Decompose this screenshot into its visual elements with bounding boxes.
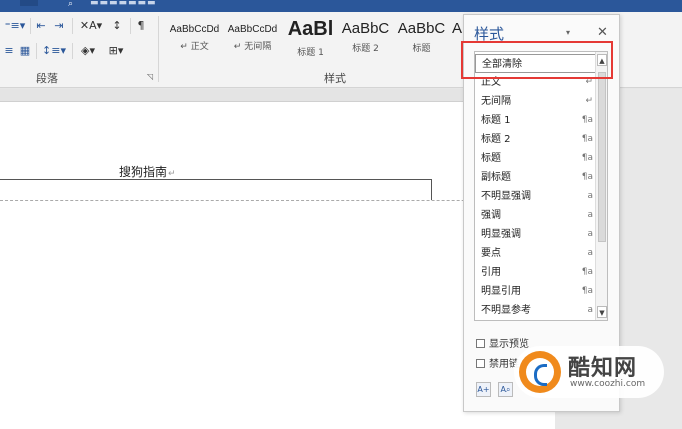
linked-style-icon: ¶a	[581, 286, 593, 296]
gallery-style-normal[interactable]: AaBbCcDd ↵ 正文	[166, 16, 223, 64]
list-item[interactable]: 引用 ¶a	[475, 263, 597, 282]
style-item-label: 明显强调	[481, 229, 521, 240]
paragraph-dialog-launcher-icon[interactable]: ◹	[147, 72, 153, 81]
list-item[interactable]: 无间隔 ↵	[475, 92, 597, 111]
decrease-indent-icon[interactable]: ⇤	[34, 18, 48, 34]
title-bar-tab	[20, 0, 38, 6]
tell-me-hint: ▬▬▬▬▬▬▬	[90, 0, 157, 8]
styles-list: 全部清除 正文 ↵ 无间隔 ↵ 标题 1 ¶a 标题 2 ¶a 标题 ¶a 副标…	[474, 51, 608, 321]
document-text-content: 搜狗指南	[119, 165, 168, 180]
linked-style-icon: ¶a	[581, 153, 593, 163]
paragraph-mark: ↵	[168, 169, 176, 179]
new-style-button[interactable]: A+	[476, 382, 491, 397]
list-item[interactable]: 要点 a	[475, 244, 597, 263]
document-text[interactable]: 搜狗指南↵	[119, 163, 176, 180]
gallery-style-no-spacing[interactable]: AaBbCcDd ↵ 无间隔	[224, 16, 281, 64]
gallery-sample: AaBbC	[397, 20, 446, 37]
list-item[interactable]: 标题 1 ¶a	[475, 111, 597, 130]
gallery-sample: AaBbCcDd	[169, 24, 220, 35]
list-item[interactable]: 不明显参考 a	[475, 301, 597, 320]
list-item[interactable]: 标题 2 ¶a	[475, 130, 597, 149]
style-item-label: 要点	[481, 248, 501, 259]
linked-style-icon: ¶a	[581, 172, 593, 182]
paragraph-style-icon: ↵	[585, 96, 593, 106]
style-item-label: 标题 2	[481, 134, 511, 145]
watermark: 酷知网 www.coozhi.com	[514, 346, 664, 398]
shading-icon[interactable]: ◈▾	[76, 43, 100, 59]
character-style-icon: a	[587, 248, 593, 258]
gallery-caption: 标题 1	[297, 48, 324, 58]
paragraph-group-label: 段落	[36, 72, 58, 85]
coozhi-logo-icon	[519, 351, 561, 393]
character-style-icon: a	[587, 229, 593, 239]
divider	[72, 18, 73, 34]
table-border	[0, 179, 432, 200]
gallery-style-heading-2[interactable]: AaBbC 标题 2	[337, 16, 394, 64]
style-item-label: 标题 1	[481, 115, 511, 126]
title-bar: ⌕ ▬▬▬▬▬▬▬	[0, 0, 682, 12]
style-item-label: 强调	[481, 210, 501, 221]
style-inspector-button[interactable]: A⌕	[498, 382, 513, 397]
gallery-caption: ↵ 正文	[180, 42, 209, 52]
divider	[130, 18, 131, 34]
list-item[interactable]: 强调 a	[475, 206, 597, 225]
list-item[interactable]: 不明显强调 a	[475, 187, 597, 206]
scrollbar-thumb[interactable]	[598, 72, 606, 242]
tell-me-search-icon[interactable]: ⌕	[68, 0, 73, 9]
divider	[72, 43, 73, 59]
divider	[30, 18, 31, 34]
list-item[interactable]: 明显强调 a	[475, 225, 597, 244]
show-marks-icon[interactable]: ¶	[134, 18, 148, 34]
scroll-down-icon[interactable]: ▼	[597, 306, 607, 318]
line-spacing-icon[interactable]: ↕≡▾	[40, 43, 68, 59]
styles-list-scrollbar[interactable]: ▲ ▼	[595, 52, 607, 320]
show-preview-label: 显示预览	[489, 339, 529, 350]
show-preview-checkbox[interactable]	[476, 339, 485, 348]
style-item-label: 不明显强调	[481, 191, 531, 202]
character-style-icon: a	[587, 191, 593, 201]
watermark-url: www.coozhi.com	[570, 379, 646, 389]
distributed-align-icon[interactable]: ≡	[2, 43, 16, 59]
justify-icon[interactable]: ▦	[18, 43, 32, 59]
gallery-sample: AaBbCcDd	[227, 24, 278, 35]
linked-style-icon: ¶a	[581, 115, 593, 125]
show-preview-option[interactable]: 显示预览	[476, 335, 529, 350]
style-item-label: 引用	[481, 267, 501, 278]
disable-linked-checkbox[interactable]	[476, 359, 485, 368]
character-style-icon: a	[587, 210, 593, 220]
list-item[interactable]: 明显引用 ¶a	[475, 282, 597, 301]
divider	[36, 43, 37, 59]
linked-style-icon: ¶a	[581, 267, 593, 277]
word-window: ⌕ ▬▬▬▬▬▬▬ ⁼≡▾ ⇤ ⇥ ✕A▾ ↕ ¶ ≡ ▦ ↕≡▾ ◈▾ ⊞▾ …	[0, 0, 682, 429]
gallery-sample: AaBl	[287, 18, 334, 40]
close-icon[interactable]: ✕	[597, 25, 608, 40]
group-divider	[158, 16, 159, 82]
style-item-label: 副标题	[481, 172, 511, 183]
list-item[interactable]: 副标题 ¶a	[475, 168, 597, 187]
pane-options-dropdown-icon[interactable]: ▾	[566, 28, 570, 37]
style-item-label: 明显引用	[481, 286, 521, 297]
gallery-sample: A	[451, 20, 462, 37]
gallery-sample: AaBbC	[341, 20, 390, 37]
gallery-style-heading-1[interactable]: AaBl 标题 1	[282, 16, 339, 64]
highlight-box	[461, 41, 613, 79]
multilevel-list-icon[interactable]: ⁼≡▾	[4, 18, 26, 34]
gallery-caption: ↵ 无间隔	[233, 42, 272, 52]
borders-icon[interactable]: ⊞▾	[104, 43, 128, 59]
style-item-label: 标题	[481, 153, 501, 164]
styles-group-label: 样式	[324, 72, 346, 85]
character-style-icon: a	[587, 305, 593, 315]
watermark-brand: 酷知网	[568, 356, 638, 381]
linked-style-icon: ¶a	[581, 134, 593, 144]
chinese-layout-icon[interactable]: ✕A▾	[76, 18, 106, 34]
gallery-caption: 标题	[412, 44, 431, 54]
gallery-style-title[interactable]: AaBbC 标题	[393, 16, 450, 64]
gallery-caption: 标题 2	[352, 44, 379, 54]
style-item-label: 不明显参考	[481, 305, 531, 316]
sort-icon[interactable]: ↕	[110, 18, 124, 34]
disable-linked-option[interactable]: 禁用链	[476, 355, 519, 370]
style-item-label: 无间隔	[481, 96, 511, 107]
increase-indent-icon[interactable]: ⇥	[52, 18, 66, 34]
list-item[interactable]: 标题 ¶a	[475, 149, 597, 168]
